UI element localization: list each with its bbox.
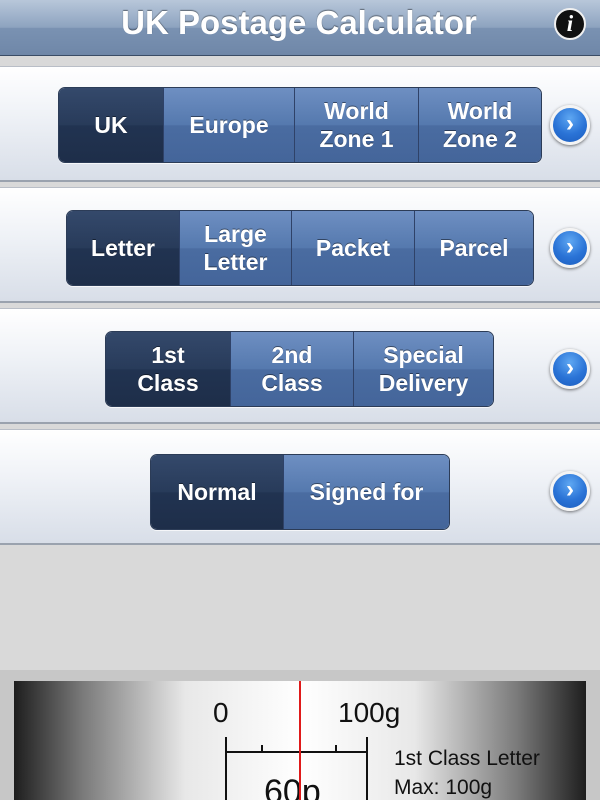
scale-tick [335,745,337,753]
segment-1st-class[interactable]: 1st Class [106,332,230,406]
segment-europe[interactable]: Europe [163,88,294,162]
segment-world-zone-1[interactable]: World Zone 1 [294,88,418,162]
size-row: Letter Large Letter Packet Parcel › [0,187,600,303]
service-segmented-control: 1st Class 2nd Class Special Delivery [105,331,494,407]
segment-normal[interactable]: Normal [151,455,283,529]
scale-left-line [225,737,227,800]
weight-gauge[interactable]: 0 100g 60p 1st Class Letter Max: 100g [14,681,586,800]
scale-right-line [366,737,368,800]
service-label: 1st Class Letter [394,747,540,770]
segment-world-zone-2[interactable]: World Zone 2 [418,88,541,162]
segment-signed-for[interactable]: Signed for [283,455,449,529]
segment-parcel[interactable]: Parcel [414,211,533,285]
navigation-bar: UK Postage Calculator i [0,0,600,56]
gauge-needle[interactable] [299,681,301,800]
price-readout: 60p [264,773,321,800]
segment-letter[interactable]: Letter [67,211,179,285]
scale-axis [225,751,368,753]
segment-special-delivery[interactable]: Special Delivery [353,332,493,406]
scale-end-label: 100g [338,697,401,728]
page-title: UK Postage Calculator [121,4,477,41]
chevron-right-icon[interactable]: › [550,349,590,389]
size-segmented-control: Letter Large Letter Packet Parcel [66,210,534,286]
destination-row: UK Europe World Zone 1 World Zone 2 › [0,66,600,182]
chevron-right-icon[interactable]: › [550,471,590,511]
segment-packet[interactable]: Packet [291,211,414,285]
chevron-right-icon[interactable]: › [550,105,590,145]
max-weight-label: Max: 100g [394,776,493,799]
delivery-row: Normal Signed for › [0,429,600,545]
scale-start-label: 0 [213,697,229,728]
segment-uk[interactable]: UK [59,88,163,162]
service-row: 1st Class 2nd Class Special Delivery › [0,308,600,424]
scale-tick [261,745,263,753]
destination-segmented-control: UK Europe World Zone 1 World Zone 2 [58,87,542,163]
info-icon[interactable]: i [554,8,586,40]
segment-large-letter[interactable]: Large Letter [179,211,291,285]
delivery-segmented-control: Normal Signed for [150,454,450,530]
segment-2nd-class[interactable]: 2nd Class [230,332,353,406]
chevron-right-icon[interactable]: › [550,228,590,268]
